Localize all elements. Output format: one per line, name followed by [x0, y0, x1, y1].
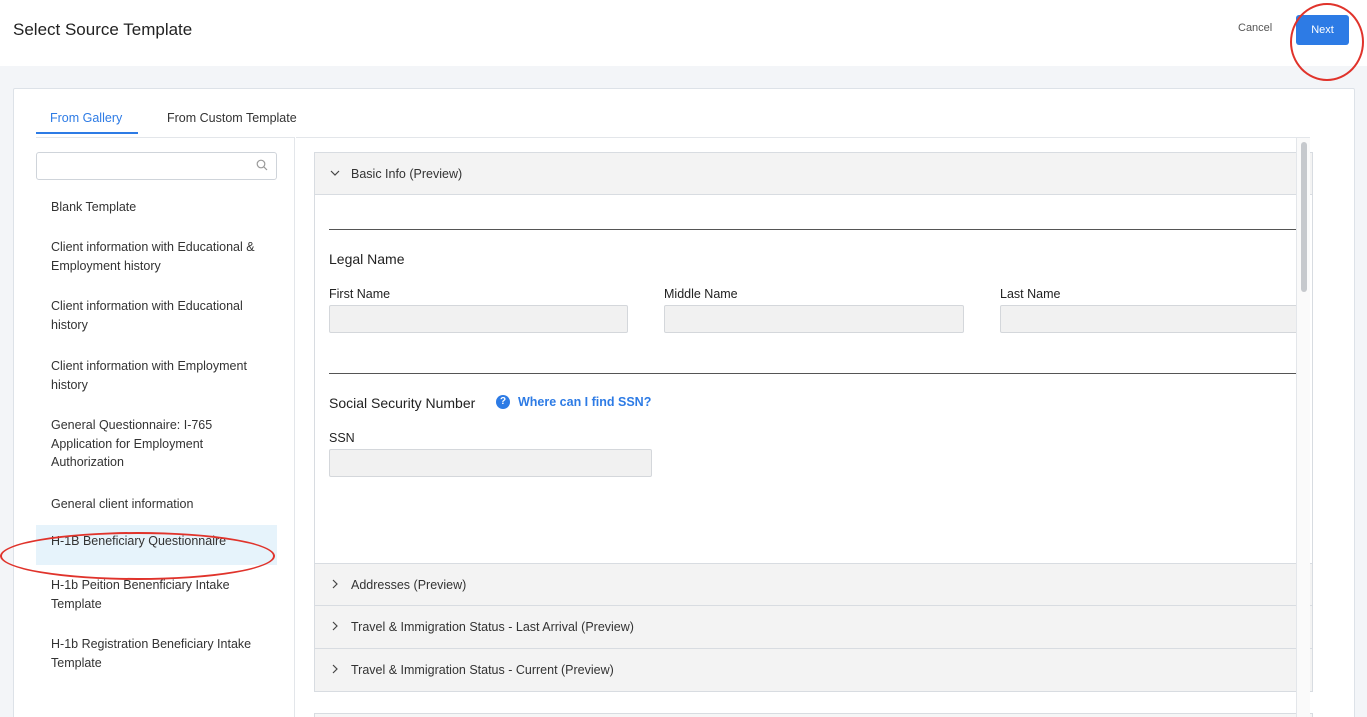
last-name-field[interactable] [1000, 305, 1299, 333]
ssn-help-link[interactable]: Where can I find SSN? [518, 395, 651, 409]
last-name-label: Last Name [1000, 287, 1061, 301]
search-icon [256, 159, 268, 171]
template-item-i765[interactable]: General Questionnaire: I-765 Application… [36, 412, 277, 476]
section-title-travel-current: Travel & Immigration Status - Current (P… [351, 663, 614, 677]
first-name-field[interactable] [329, 305, 628, 333]
template-picker-card: From Gallery From Custom Template Blank … [0, 88, 1355, 717]
section-header-basic-info[interactable]: Basic Info (Preview) [315, 153, 1312, 195]
section-title-travel-last-arrival: Travel & Immigration Status - Last Arriv… [351, 620, 634, 634]
chevron-down-icon [330, 170, 340, 176]
section-header-addresses[interactable]: Addresses (Preview) [315, 564, 1312, 606]
divider [329, 373, 1299, 374]
middle-name-label: Middle Name [664, 287, 738, 301]
section-header-travel-last-arrival[interactable]: Travel & Immigration Status - Last Arriv… [315, 606, 1312, 648]
chevron-right-icon [332, 664, 338, 674]
template-item-h1b-petition[interactable]: H-1b Peition Benenficiary Intake Templat… [36, 572, 277, 617]
scrollbar-thumb[interactable] [1301, 142, 1307, 292]
template-item-educational[interactable]: Client information with Educational hist… [36, 293, 277, 338]
middle-name-field[interactable] [664, 305, 964, 333]
basic-info-form: Legal Name First Name Middle Name Last N… [315, 196, 1312, 564]
ssn-field[interactable] [329, 449, 652, 477]
help-icon[interactable]: ? [496, 395, 510, 409]
section-title-basic-info: Basic Info (Preview) [351, 167, 463, 181]
template-item-blank[interactable]: Blank Template [36, 194, 277, 221]
template-item-edu-employment[interactable]: Client information with Educational & Em… [36, 234, 277, 279]
legal-name-heading: Legal Name [329, 251, 405, 267]
template-item-h1b-beneficiary[interactable]: H-1B Beneficiary Questionnaire [36, 525, 277, 565]
section-next-partial [314, 713, 1313, 717]
next-button[interactable]: Next [1296, 15, 1349, 45]
tab-from-gallery[interactable]: From Gallery [50, 111, 122, 125]
active-tab-indicator [36, 132, 138, 134]
section-basic-info: Basic Info (Preview) Legal Name First Na… [314, 152, 1313, 564]
ssn-heading: Social Security Number [329, 395, 476, 411]
section-travel-last-arrival: Travel & Immigration Status - Last Arriv… [314, 605, 1313, 649]
first-name-label: First Name [329, 287, 391, 301]
preview-scrollbar[interactable] [1296, 138, 1310, 717]
tab-from-custom-template[interactable]: From Custom Template [167, 111, 297, 125]
chevron-right-icon [332, 579, 338, 589]
section-travel-current: Travel & Immigration Status - Current (P… [314, 648, 1313, 692]
section-title-addresses: Addresses (Preview) [351, 578, 467, 592]
cancel-button[interactable]: Cancel [1238, 22, 1272, 34]
template-list-pane: Blank Template Client information with E… [0, 137, 295, 717]
template-item-general-client[interactable]: General client information [36, 491, 277, 518]
template-search-input[interactable] [36, 152, 277, 180]
divider [329, 229, 1299, 230]
page-title: Select Source Template [13, 20, 193, 39]
template-item-employment[interactable]: Client information with Employment histo… [36, 353, 277, 398]
section-header-travel-current[interactable]: Travel & Immigration Status - Current (P… [315, 649, 1312, 691]
section-addresses: Addresses (Preview) [314, 563, 1313, 607]
chevron-right-icon [332, 621, 338, 631]
top-bar: Select Source Template Cancel Next [0, 0, 1367, 81]
template-preview-pane: Basic Info (Preview) Legal Name First Na… [296, 137, 1313, 717]
ssn-label: SSN [329, 431, 355, 445]
template-item-h1b-registration[interactable]: H-1b Registration Beneficiary Intake Tem… [36, 631, 277, 676]
